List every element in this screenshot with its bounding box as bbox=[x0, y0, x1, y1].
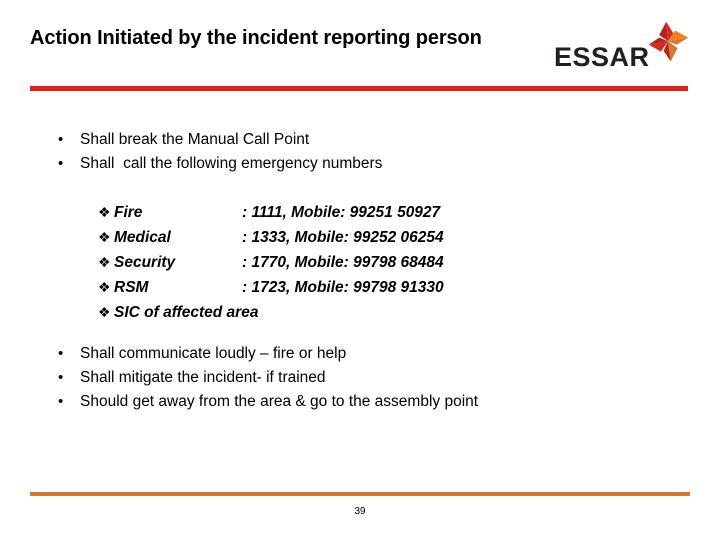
contact-label: Security bbox=[114, 254, 176, 271]
essar-wordmark: ESSAR bbox=[554, 42, 650, 72]
diamond-bullet-icon: ❖ bbox=[98, 304, 111, 320]
diamond-bullet-icon: ❖ bbox=[98, 229, 111, 245]
bullet-list-bottom: • Shall communicate loudly – fire or hel… bbox=[58, 342, 478, 414]
diamond-bullet-icon: ❖ bbox=[98, 204, 111, 220]
list-item-label: Shall mitigate the incident- if trained bbox=[80, 369, 326, 386]
contact-label: RSM bbox=[114, 279, 149, 296]
contact-label: Fire bbox=[114, 204, 143, 221]
diamond-bullet-icon: ❖ bbox=[98, 279, 111, 295]
list-item-label: Shall communicate loudly – fire or help bbox=[80, 345, 347, 362]
slide-canvas: Action Initiated by the incident reporti… bbox=[0, 0, 720, 540]
emergency-contact-row: ❖ Medical : 1333, Mobile: 99252 06254 bbox=[98, 225, 444, 250]
bullet-icon: • bbox=[58, 155, 64, 172]
emergency-contact-row: ❖ RSM : 1723, Mobile: 99798 91330 bbox=[98, 275, 444, 300]
page-number: 39 bbox=[354, 506, 366, 517]
emergency-contact-row: ❖ SIC of affected area bbox=[98, 300, 444, 325]
emergency-contact-row: ❖ Security : 1770, Mobile: 99798 68484 bbox=[98, 250, 444, 275]
bullet-icon: • bbox=[58, 131, 64, 148]
diamond-bullet-icon: ❖ bbox=[98, 254, 111, 270]
contact-value: : 1770, Mobile: 99798 68484 bbox=[242, 254, 444, 271]
bullet-icon: • bbox=[58, 345, 64, 362]
contact-label: SIC of affected area bbox=[114, 304, 259, 321]
list-item: • Shall communicate loudly – fire or hel… bbox=[58, 342, 478, 366]
emergency-contacts-list: ❖ Fire : 1111, Mobile: 99251 50927 ❖ Med… bbox=[98, 200, 444, 325]
contact-value: : 1723, Mobile: 99798 91330 bbox=[242, 279, 444, 296]
bullet-icon: • bbox=[58, 393, 64, 410]
list-item: • Shall mitigate the incident- if traine… bbox=[58, 366, 478, 390]
contact-value: : 1333, Mobile: 99252 06254 bbox=[242, 229, 444, 246]
bullet-icon: • bbox=[58, 369, 64, 386]
list-item: • Shall break the Manual Call Point bbox=[58, 128, 382, 152]
essar-pinwheel-icon bbox=[648, 21, 689, 62]
footer-divider-orange bbox=[30, 492, 690, 496]
list-item-label: Shall call the following emergency numbe… bbox=[80, 155, 383, 172]
list-item: • Shall call the following emergency num… bbox=[58, 152, 382, 176]
contact-label: Medical bbox=[114, 229, 171, 246]
page-title: Action Initiated by the incident reporti… bbox=[30, 27, 482, 49]
contact-value: : 1111, Mobile: 99251 50927 bbox=[242, 204, 441, 221]
title-divider-red bbox=[30, 86, 688, 91]
emergency-contact-row: ❖ Fire : 1111, Mobile: 99251 50927 bbox=[98, 200, 444, 225]
list-item: • Should get away from the area & go to … bbox=[58, 390, 478, 414]
list-item-label: Should get away from the area & go to th… bbox=[80, 393, 479, 410]
list-item-label: Shall break the Manual Call Point bbox=[80, 131, 310, 148]
bullet-list-top: • Shall break the Manual Call Point • Sh… bbox=[58, 128, 382, 176]
title-block: Action Initiated by the incident reporti… bbox=[30, 26, 530, 51]
essar-logo: ESSAR bbox=[550, 20, 695, 75]
